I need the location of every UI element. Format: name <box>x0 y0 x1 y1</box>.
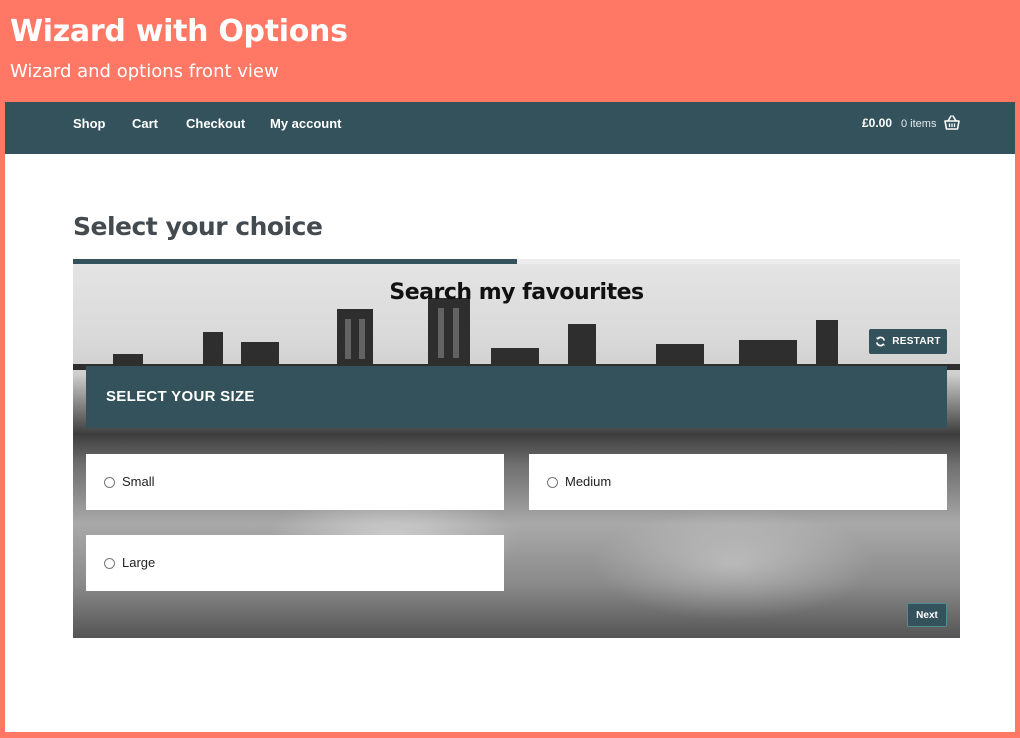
restart-button[interactable]: RESTART <box>869 329 947 354</box>
option-large[interactable]: Large <box>86 535 504 591</box>
wizard-panel: Search my favourites RESTART SELECT YOUR… <box>73 264 960 638</box>
nav-item-cart[interactable]: Cart <box>132 116 158 131</box>
restart-button-label: RESTART <box>892 336 941 347</box>
radio-large[interactable] <box>104 558 115 569</box>
step-title: SELECT YOUR SIZE <box>106 388 255 405</box>
option-small[interactable]: Small <box>86 454 504 510</box>
cart-total[interactable]: £0.00 <box>862 116 892 130</box>
step-header: SELECT YOUR SIZE <box>86 366 947 428</box>
option-label-medium: Medium <box>565 474 612 489</box>
nav-item-shop[interactable]: Shop <box>73 116 106 131</box>
banner: Wizard with Options Wizard and options f… <box>0 0 1020 102</box>
option-medium[interactable]: Medium <box>529 454 947 510</box>
option-label-small: Small <box>122 474 155 489</box>
banner-subtitle: Wizard and options front view <box>10 61 279 82</box>
next-button[interactable]: Next <box>907 603 947 627</box>
wizard-heading: Search my favourites <box>389 280 644 305</box>
storefront-frame: Shop Cart Checkout My account £0.00 0 it… <box>5 102 1015 732</box>
cart-count[interactable]: 0 items <box>901 118 936 130</box>
basket-icon[interactable] <box>943 114 961 132</box>
nav-item-my-account[interactable]: My account <box>270 116 342 131</box>
radio-medium[interactable] <box>547 477 558 488</box>
primary-navigation: Shop Cart Checkout My account £0.00 0 it… <box>5 102 1015 154</box>
refresh-icon <box>876 336 886 347</box>
banner-title: Wizard with Options <box>10 14 348 49</box>
nav-item-checkout[interactable]: Checkout <box>186 116 245 131</box>
radio-small[interactable] <box>104 477 115 488</box>
page-title: Select your choice <box>73 212 323 241</box>
option-label-large: Large <box>122 555 156 570</box>
